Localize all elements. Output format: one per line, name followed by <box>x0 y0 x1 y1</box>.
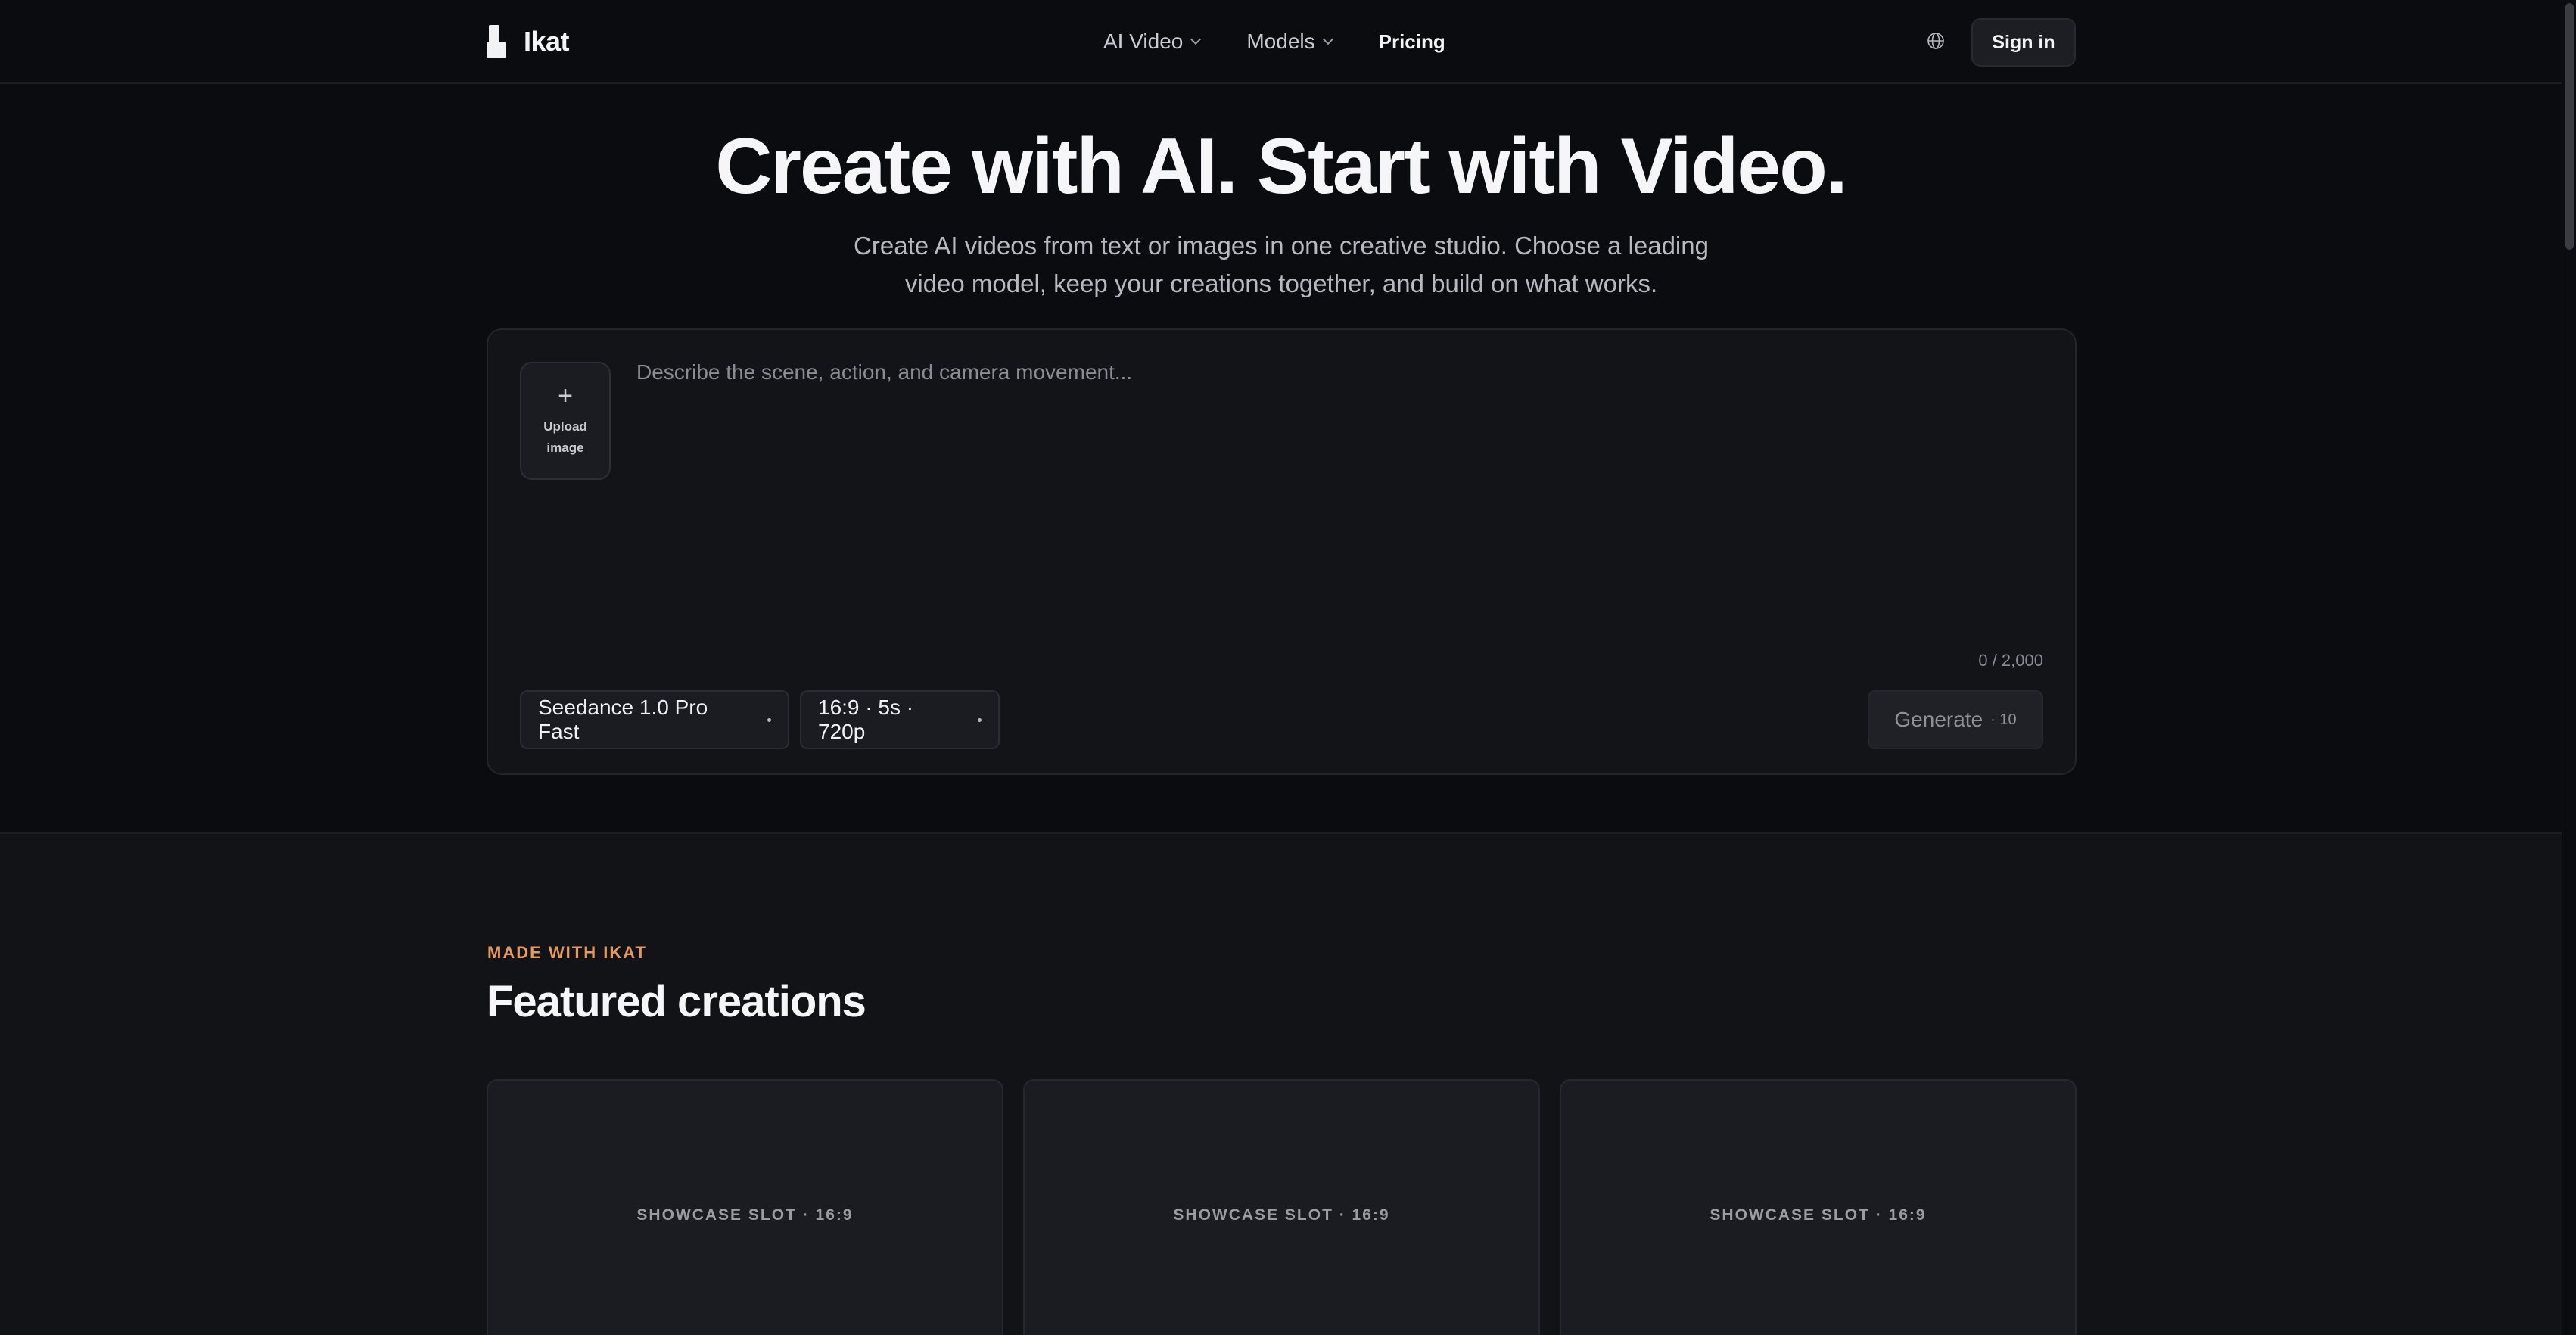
prompt-card: + Upload image 0 / 2,000 Seedance 1.0 Pr… <box>487 328 2077 775</box>
chevron-down-icon <box>1190 33 1202 45</box>
upload-label-line-1: Upload <box>543 419 587 434</box>
nav-ai-video-label: AI Video <box>1103 30 1184 53</box>
upload-image-button[interactable]: + Upload image <box>520 362 611 480</box>
main-nav: AI Video Models Pricing <box>1103 23 1445 61</box>
chevron-down-icon <box>1322 33 1333 45</box>
showcase-slot-label: SHOWCASE SLOT · 16:9 <box>1710 1206 1927 1224</box>
nav-ai-video[interactable]: AI Video <box>1103 30 1202 54</box>
character-counter: 0 / 2,000 <box>1978 651 2043 670</box>
scrollbar-thumb[interactable] <box>2565 3 2574 250</box>
showcase-slot-label: SHOWCASE SLOT · 16:9 <box>1173 1206 1390 1224</box>
hero-title: Create with AI. Start with Video. <box>715 123 1847 210</box>
section-eyebrow: MADE WITH IKAT <box>487 943 647 962</box>
upload-label-line-2: image <box>546 440 584 455</box>
brand-logo[interactable]: Ikat <box>487 24 570 59</box>
showcase-card[interactable]: SHOWCASE SLOT · 16:9 <box>487 1079 1003 1335</box>
top-navigation: Ikat AI Video Models Pricing Sign in <box>0 0 2562 84</box>
generate-button[interactable]: Generate · 10 <box>1868 690 2043 749</box>
generate-label: Generate <box>1894 708 1983 731</box>
logo-mark-icon <box>487 25 509 58</box>
prompt-input[interactable] <box>636 357 2044 615</box>
brand-name: Ikat <box>524 26 570 57</box>
nav-pricing[interactable]: Pricing <box>1379 30 1445 54</box>
sign-in-button[interactable]: Sign in <box>1971 18 2076 67</box>
dropdown-dot-icon <box>978 717 982 722</box>
page-scrollbar[interactable] <box>2562 0 2576 1335</box>
nav-models-label: Models <box>1246 30 1315 53</box>
nav-pricing-label: Pricing <box>1378 30 1445 53</box>
showcase-card[interactable]: SHOWCASE SLOT · 16:9 <box>1560 1079 2077 1335</box>
model-selector[interactable]: Seedance 1.0 Pro Fast <box>520 690 789 749</box>
video-options-selector[interactable]: 16:9 · 5s · 720p <box>800 690 1000 749</box>
hero-subtitle: Create AI videos from text or images in … <box>854 232 1709 297</box>
plus-icon: + <box>558 381 573 410</box>
globe-icon[interactable] <box>1927 32 1945 50</box>
video-options-label: 16:9 · 5s · 720p <box>818 696 914 743</box>
showcase-card[interactable]: SHOWCASE SLOT · 16:9 <box>1023 1079 1540 1335</box>
nav-models[interactable]: Models <box>1246 30 1333 54</box>
section-title: Featured creations <box>487 977 866 1026</box>
generate-cost: · 10 <box>1990 711 2017 728</box>
showcase-slot-label: SHOWCASE SLOT · 16:9 <box>636 1206 854 1224</box>
featured-section: MADE WITH IKAT Featured creations SHOWCA… <box>0 832 2562 1335</box>
dropdown-dot-icon <box>767 717 771 722</box>
model-selector-label: Seedance 1.0 Pro Fast <box>538 696 708 743</box>
